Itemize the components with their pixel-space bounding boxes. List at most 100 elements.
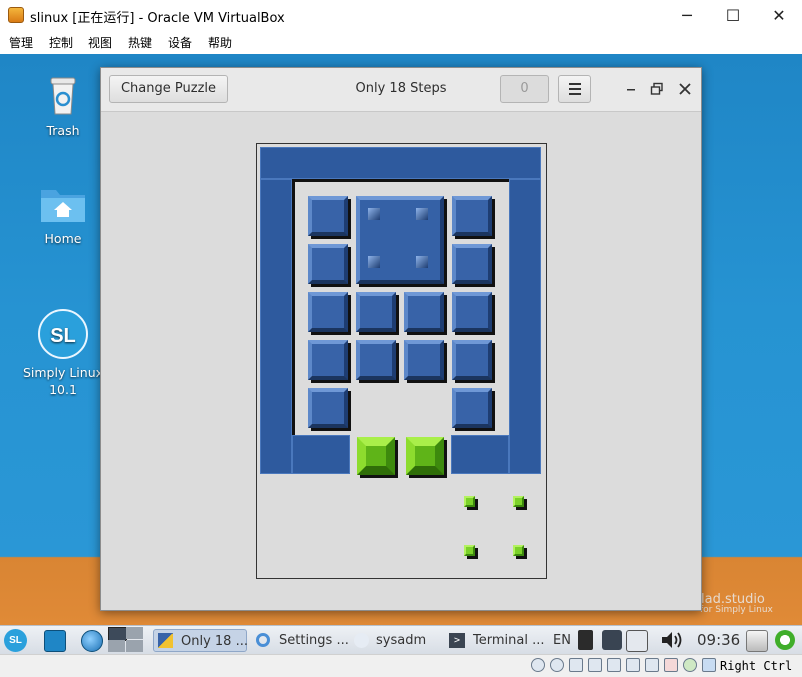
audio-icon[interactable] <box>569 658 583 672</box>
menu-devices[interactable]: 设备 <box>168 34 192 51</box>
workspace-3[interactable] <box>108 640 125 652</box>
workspace-1[interactable] <box>108 627 127 641</box>
puzzle-block[interactable] <box>452 196 492 236</box>
keyboard-capture-icon[interactable] <box>702 658 716 672</box>
green-target-block[interactable] <box>406 437 444 475</box>
optical-drive-icon[interactable] <box>550 658 564 672</box>
clock[interactable]: 09:36 <box>697 629 740 652</box>
taskbar-item-label: Settings ... <box>279 633 349 648</box>
puzzle-block[interactable] <box>308 340 348 380</box>
updates-icon[interactable] <box>746 630 768 652</box>
menu-hotkeys[interactable]: 热键 <box>128 34 152 51</box>
display-settings-icon[interactable] <box>626 658 640 672</box>
app-close-button[interactable] <box>678 81 692 95</box>
puzzle-app-icon <box>158 633 173 648</box>
user-icon <box>354 633 369 648</box>
menu-icon <box>568 83 581 95</box>
puzzle-block[interactable] <box>404 340 444 380</box>
green-target-block[interactable] <box>357 437 395 475</box>
puzzle-block[interactable] <box>356 292 396 332</box>
puzzle-block[interactable] <box>452 292 492 332</box>
puzzle-block[interactable] <box>452 340 492 380</box>
host-key-label: Right Ctrl <box>720 659 793 673</box>
puzzle-block[interactable] <box>308 196 348 236</box>
taskbar-item-terminal[interactable]: > Terminal ... <box>445 629 545 652</box>
keyboard-layout-indicator[interactable]: EN <box>553 629 571 652</box>
block-stud-decoration <box>368 208 380 220</box>
maximize-button[interactable]: ☐ <box>710 0 756 31</box>
board-wall-bottom-right <box>451 435 509 474</box>
shared-folders-icon[interactable] <box>607 658 621 672</box>
workspace-2[interactable] <box>126 627 143 639</box>
goal-marker <box>513 496 524 507</box>
display-icon[interactable] <box>602 630 622 650</box>
trash-icon <box>50 77 76 115</box>
menu-help[interactable]: 帮助 <box>208 34 232 51</box>
board-wall-right <box>509 179 541 474</box>
app-title: Only 18 Steps <box>355 81 447 96</box>
puzzle-block[interactable] <box>308 244 348 284</box>
desktop-icon-simply-linux[interactable]: SL Simply Linux 10.1 <box>21 291 105 415</box>
block-stud-decoration <box>368 256 380 268</box>
printer-icon[interactable] <box>626 630 648 652</box>
vbox-titlebar: slinux [正在运行] - Oracle VM VirtualBox ─ ☐… <box>0 0 802 31</box>
app-headerbar: Change Puzzle Only 18 Steps 0 <box>101 68 701 112</box>
block-stud-decoration <box>416 256 428 268</box>
battery-icon[interactable] <box>578 630 593 650</box>
svg-text:SL: SL <box>50 325 76 347</box>
minimize-button[interactable]: ─ <box>664 0 710 31</box>
network-icon[interactable] <box>664 658 678 672</box>
close-button[interactable]: ✕ <box>756 0 802 31</box>
home-folder-icon <box>41 190 85 222</box>
taskbar-item-label: Terminal ... <box>473 633 545 648</box>
desktop-icon-label: Trash <box>46 123 80 138</box>
minimize-icon <box>627 89 635 91</box>
goal-marker <box>464 496 475 507</box>
simply-linux-logo: SL <box>38 309 88 359</box>
vbox-statusbar: Right Ctrl <box>0 654 802 677</box>
desktop-icon-trash[interactable]: Trash <box>21 72 105 139</box>
desktop-icon-home[interactable]: Home <box>21 182 105 247</box>
taskbar-item-sysadm[interactable]: sysadm <box>350 629 434 652</box>
close-icon <box>679 83 691 95</box>
taskbar-item-puzzle[interactable]: Only 18 ... <box>153 629 248 652</box>
vbox-window-title: slinux [正在运行] - Oracle VM VirtualBox <box>30 11 285 26</box>
app-restore-button[interactable] <box>650 81 664 95</box>
desktop-icon-label: Simply Linux 10.1 <box>22 365 104 397</box>
workspace-switcher[interactable] <box>108 627 144 653</box>
workspace-4[interactable] <box>126 640 143 652</box>
start-menu-button[interactable]: SL <box>4 629 27 652</box>
hard-disk-icon[interactable] <box>531 658 545 672</box>
menu-view[interactable]: 视图 <box>88 34 112 51</box>
browser-icon[interactable] <box>81 630 103 652</box>
puzzle-board[interactable] <box>256 143 547 579</box>
terminal-icon: > <box>449 633 465 648</box>
menu-manage[interactable]: 管理 <box>9 34 33 51</box>
video-capture-icon[interactable] <box>645 658 659 672</box>
puzzle-block[interactable] <box>452 244 492 284</box>
board-wall-top <box>260 147 541 179</box>
move-counter: 0 <box>500 75 549 103</box>
puzzle-block[interactable] <box>308 388 348 428</box>
puzzle-big-block[interactable] <box>356 196 444 284</box>
speaker-icon <box>662 632 682 648</box>
puzzle-block[interactable] <box>452 388 492 428</box>
usb-icon[interactable] <box>588 658 602 672</box>
settings-icon <box>256 633 270 647</box>
mouse-integration-icon[interactable] <box>683 658 697 672</box>
restore-icon <box>650 82 663 95</box>
puzzle-app-window: Change Puzzle Only 18 Steps 0 <box>100 67 702 611</box>
taskbar-item-settings[interactable]: Settings ... <box>252 629 349 652</box>
puzzle-block[interactable] <box>404 292 444 332</box>
volume-icon[interactable] <box>660 630 684 650</box>
show-desktop-icon[interactable] <box>44 630 66 652</box>
hamburger-menu-button[interactable] <box>558 75 591 103</box>
menu-control[interactable]: 控制 <box>49 34 73 51</box>
power-icon[interactable] <box>775 630 795 650</box>
app-minimize-button[interactable] <box>624 81 638 95</box>
puzzle-block[interactable] <box>308 292 348 332</box>
virtualbox-app-icon <box>8 7 24 23</box>
puzzle-block[interactable] <box>356 340 396 380</box>
taskbar-item-label: Only 18 ... <box>181 634 248 649</box>
board-wall-left <box>260 179 292 474</box>
